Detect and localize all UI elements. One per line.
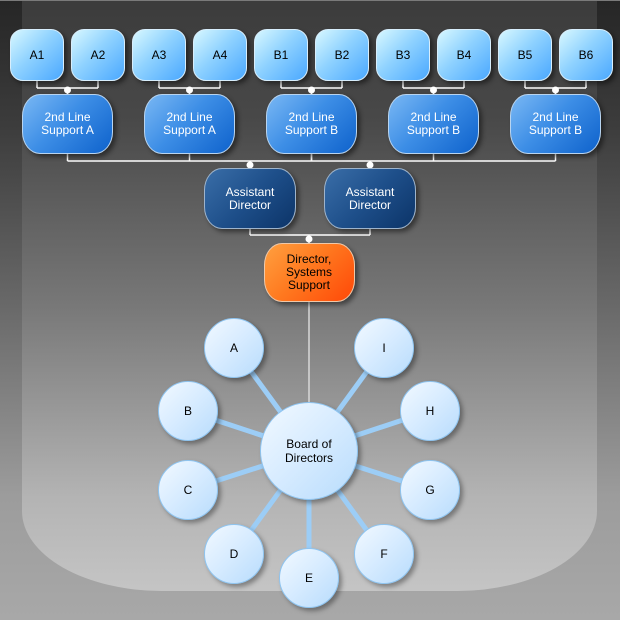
connector-dot <box>64 86 71 94</box>
board-member-c[interactable]: C <box>158 460 218 520</box>
node-assistant-director-1[interactable]: Assistant Director <box>204 168 296 229</box>
node-b2[interactable]: B2 <box>315 29 369 81</box>
connector-dot <box>552 86 559 94</box>
node-b1[interactable]: B1 <box>254 29 308 81</box>
node-director-systems-support[interactable]: Director, Systems Support <box>263 243 355 302</box>
board-member-h[interactable]: H <box>400 381 460 441</box>
board-member-b[interactable]: B <box>158 381 218 441</box>
node-b6[interactable]: B6 <box>559 29 613 81</box>
node-support-a-2[interactable]: 2nd Line Support A <box>144 94 235 154</box>
board-member-d[interactable]: D <box>204 524 264 584</box>
node-a4[interactable]: A4 <box>193 29 247 81</box>
node-support-b-3[interactable]: 2nd Line Support B <box>510 94 601 154</box>
board-member-e[interactable]: E <box>279 548 339 608</box>
board-member-g[interactable]: G <box>400 460 460 520</box>
node-b4[interactable]: B4 <box>437 29 491 81</box>
board-member-a[interactable]: A <box>204 318 264 378</box>
org-chart-canvas: A1 A2 A3 A4 B1 B2 B3 B4 B5 B6 2nd Line S… <box>0 0 620 620</box>
node-assistant-director-2[interactable]: Assistant Director <box>324 168 416 229</box>
node-support-b-2[interactable]: 2nd Line Support B <box>388 94 479 154</box>
node-support-b-1[interactable]: 2nd Line Support B <box>266 94 357 154</box>
node-a2[interactable]: A2 <box>71 29 125 81</box>
connector-dot <box>308 86 315 94</box>
node-a3[interactable]: A3 <box>132 29 186 81</box>
node-support-a-1[interactable]: 2nd Line Support A <box>22 94 113 154</box>
connector-dot <box>305 235 313 243</box>
node-b3[interactable]: B3 <box>376 29 430 81</box>
node-board-of-directors[interactable]: Board of Directors <box>260 402 358 500</box>
node-b5[interactable]: B5 <box>498 29 552 81</box>
connector-dot <box>186 86 193 94</box>
connector-dot <box>430 86 437 94</box>
node-a1[interactable]: A1 <box>10 29 64 81</box>
board-member-i[interactable]: I <box>354 318 414 378</box>
board-member-f[interactable]: F <box>354 524 414 584</box>
